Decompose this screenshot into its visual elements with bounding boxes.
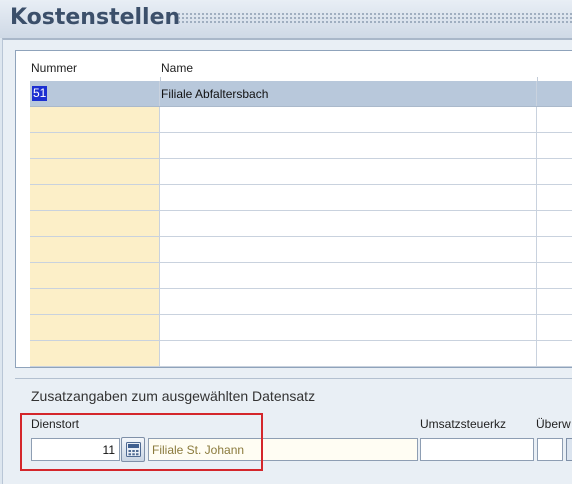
cell-name[interactable] bbox=[160, 315, 537, 340]
grid-header: Nummer Name bbox=[16, 51, 572, 81]
cell-name[interactable] bbox=[160, 237, 537, 262]
cell-extra[interactable] bbox=[537, 237, 572, 262]
cell-nummer[interactable] bbox=[30, 341, 160, 366]
cell-extra[interactable] bbox=[537, 107, 572, 132]
window-title: Kostenstellen bbox=[10, 5, 181, 30]
cell-nummer[interactable] bbox=[30, 159, 160, 184]
cell-nummer[interactable] bbox=[30, 185, 160, 210]
details-section-title: Zusatzangaben zum ausgewählten Datensatz bbox=[31, 388, 316, 404]
cell-extra[interactable] bbox=[537, 133, 572, 158]
table-row-selected[interactable]: 51 Filiale Abfaltersbach bbox=[30, 81, 572, 107]
table-row[interactable] bbox=[30, 211, 572, 237]
cell-nummer[interactable] bbox=[30, 263, 160, 288]
cell-extra[interactable] bbox=[537, 315, 572, 340]
table-row[interactable] bbox=[30, 263, 572, 289]
uberw-lookup-button[interactable] bbox=[566, 438, 572, 461]
cell-name[interactable] bbox=[160, 133, 537, 158]
table-row[interactable] bbox=[30, 159, 572, 185]
table-row[interactable] bbox=[30, 289, 572, 315]
umsatzsteuerkz-label: Umsatzsteuerkz bbox=[420, 417, 507, 431]
cell-nummer[interactable] bbox=[30, 133, 160, 158]
table-row[interactable] bbox=[30, 315, 572, 341]
uberw-field[interactable] bbox=[537, 438, 563, 461]
cell-nummer[interactable] bbox=[30, 237, 160, 262]
cell-extra[interactable] bbox=[537, 159, 572, 184]
column-header-name[interactable]: Name bbox=[161, 61, 193, 75]
cell-name[interactable] bbox=[160, 211, 537, 236]
section-divider bbox=[15, 378, 572, 379]
cell-extra[interactable] bbox=[537, 341, 572, 366]
table-row[interactable] bbox=[30, 237, 572, 263]
cell-name[interactable] bbox=[160, 107, 537, 132]
cell-name[interactable] bbox=[160, 263, 537, 288]
table-row[interactable] bbox=[30, 185, 572, 211]
cell-name[interactable]: Filiale Abfaltersbach bbox=[160, 81, 537, 106]
cell-nummer[interactable]: 51 bbox=[30, 81, 160, 106]
column-header-nummer[interactable]: Nummer bbox=[31, 61, 77, 75]
cell-name[interactable] bbox=[160, 341, 537, 366]
cell-extra[interactable] bbox=[537, 211, 572, 236]
cell-name[interactable] bbox=[160, 289, 537, 314]
cell-name[interactable] bbox=[160, 159, 537, 184]
highlight-annotation bbox=[20, 413, 263, 471]
cell-extra[interactable] bbox=[537, 263, 572, 288]
cell-nummer[interactable] bbox=[30, 211, 160, 236]
cell-extra[interactable] bbox=[537, 81, 572, 106]
table-row[interactable] bbox=[30, 341, 572, 367]
cell-extra[interactable] bbox=[537, 289, 572, 314]
cell-extra[interactable] bbox=[537, 185, 572, 210]
table-row[interactable] bbox=[30, 107, 572, 133]
cell-nummer-value[interactable]: 51 bbox=[32, 86, 48, 101]
cell-name[interactable] bbox=[160, 185, 537, 210]
kostenstellen-grid: Nummer Name 51 Filiale Abfaltersbach bbox=[15, 50, 572, 368]
title-decoration bbox=[177, 12, 572, 25]
cell-nummer[interactable] bbox=[30, 107, 160, 132]
cell-nummer[interactable] bbox=[30, 289, 160, 314]
umsatzsteuerkz-field[interactable] bbox=[420, 438, 534, 461]
table-row[interactable] bbox=[30, 133, 572, 159]
cell-nummer[interactable] bbox=[30, 315, 160, 340]
uberw-label: Überw bbox=[536, 417, 571, 431]
title-bar: Kostenstellen bbox=[0, 0, 572, 38]
